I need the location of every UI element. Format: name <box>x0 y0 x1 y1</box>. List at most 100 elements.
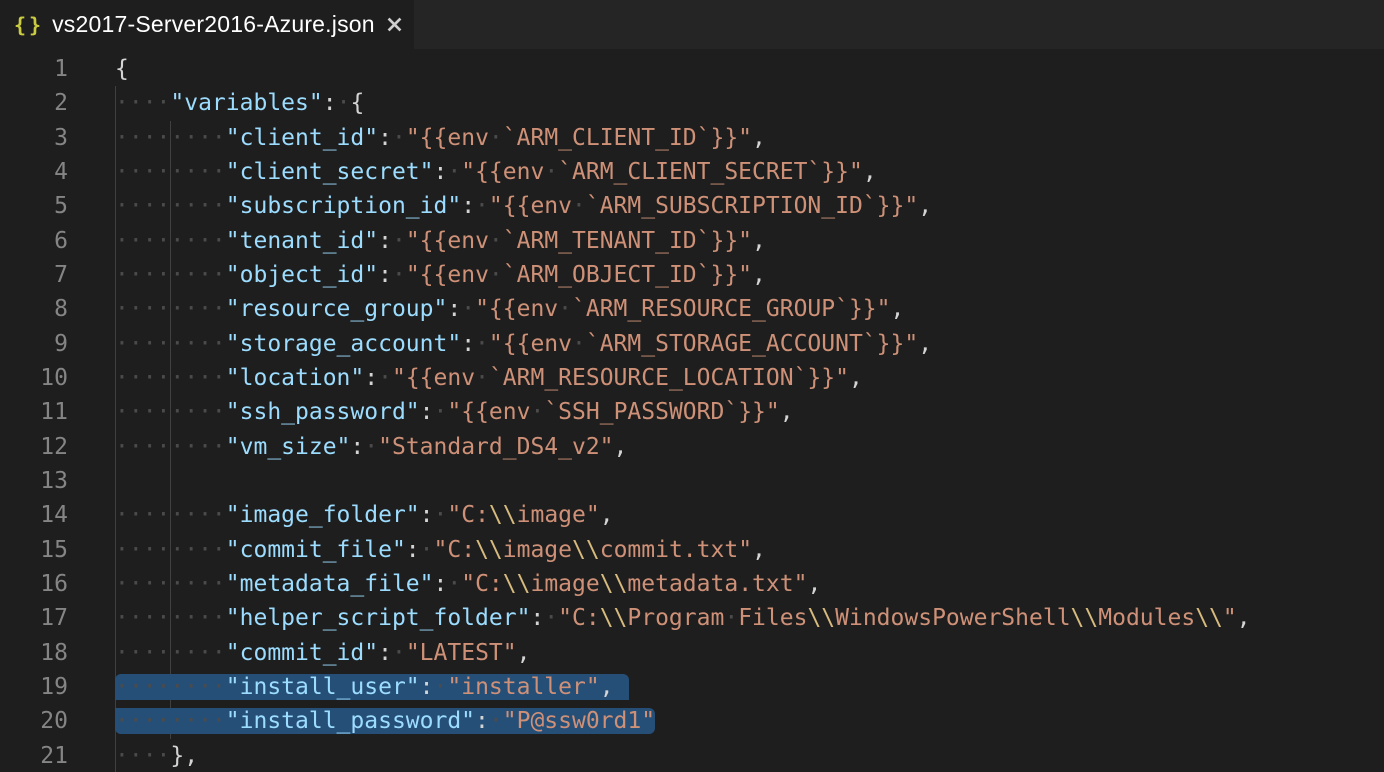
whitespace-dots: · <box>364 434 378 460</box>
code-line[interactable]: 1{ <box>0 52 1384 86</box>
code-line[interactable]: 5········"subscription_id":·"{{env·`ARM_… <box>0 189 1384 223</box>
code-editor[interactable]: 1{2····"variables":·{3········"client_id… <box>0 49 1384 772</box>
whitespace-dots: · <box>434 502 448 528</box>
json-string: "{{env <box>489 331 572 357</box>
code-line[interactable]: 6 ········"tenant_id":·"{{env·`ARM_TENANT… <box>0 224 1384 258</box>
code-line[interactable]: 14········"image_folder":·"C:\\image", <box>0 498 1384 532</box>
code-line[interactable]: 19········"install_user":·"installer", <box>0 670 1384 704</box>
json-string: `ARM_CLIENT_ID`}}" <box>503 125 752 151</box>
code-line[interactable]: 11········"ssh_password":·"{{env·`SSH_PA… <box>0 395 1384 429</box>
code-line-content[interactable]: ········"ssh_password":·"{{env·`SSH_PASS… <box>115 395 794 429</box>
editor-tab[interactable]: {} vs2017-Server2016-Azure.json <box>0 0 414 49</box>
code-line[interactable]: 9········"storage_account":·"{{env·`ARM_… <box>0 327 1384 361</box>
json-string: image <box>530 571 599 597</box>
line-number: 3 <box>0 121 68 155</box>
code-line[interactable]: 12········"vm_size":·"Standard_DS4_v2", <box>0 430 1384 464</box>
code-line-content[interactable]: ········"client_secret":·"{{env·`ARM_CLI… <box>115 155 877 189</box>
json-key: "location" <box>226 365 364 391</box>
code-line-content[interactable]: ········"storage_account":·"{{env·`ARM_S… <box>115 327 932 361</box>
code-line[interactable]: 8 ········"resource_group":·"{{env·`ARM_R… <box>0 292 1384 326</box>
code-line-content[interactable]: ········"client_id":·"{{env·`ARM_CLIENT_… <box>115 121 766 155</box>
code-line-content[interactable]: ········"install_password":·"P@ssw0rd1" <box>115 704 655 738</box>
code-line[interactable]: 18········"commit_id":·"LATEST", <box>0 636 1384 670</box>
whitespace-dots: ········ <box>115 537 226 563</box>
tab-bar: {} vs2017-Server2016-Azure.json <box>0 0 1384 49</box>
line-number: 13 <box>0 464 68 498</box>
code-line-content[interactable]: ········"vm_size":·"Standard_DS4_v2", <box>115 430 627 464</box>
tab-close-button[interactable] <box>385 14 404 36</box>
json-string: `ARM_STORAGE_ACCOUNT`}}" <box>586 331 918 357</box>
code-line-content[interactable]: ········"commit_file":·"C:\\image\\commi… <box>115 533 766 567</box>
whitespace-dots: ········ <box>115 399 226 425</box>
whitespace-dots: ········ <box>115 605 226 631</box>
whitespace-dots: ········ <box>115 640 226 666</box>
code-line-content[interactable]: ····}, <box>115 739 198 772</box>
json-string: "installer" <box>447 674 599 700</box>
code-line-content[interactable]: { <box>115 52 129 86</box>
code-line-content[interactable]: ········"image_folder":·"C:\\image", <box>115 498 614 532</box>
code-line[interactable]: 17 ········"helper_script_folder":·"C:\\P… <box>0 601 1384 635</box>
whitespace-dots: ········ <box>115 365 226 391</box>
whitespace-dots: · <box>572 193 586 219</box>
code-line[interactable]: 2····"variables":·{ <box>0 86 1384 120</box>
whitespace-dots: · <box>461 296 475 322</box>
escape-sequence: \\ <box>572 537 600 563</box>
escape-sequence: \\ <box>503 571 531 597</box>
line-number: 8 <box>0 292 68 326</box>
code-line-content[interactable]: ········"object_id":·"{{env·`ARM_OBJECT_… <box>115 258 766 292</box>
line-number: 10 <box>0 361 68 395</box>
whitespace-dots: · <box>447 159 461 185</box>
line-number: 21 <box>0 739 68 772</box>
punctuation: : <box>378 125 392 151</box>
code-line-content[interactable]: ····"variables":·{ <box>115 86 364 120</box>
code-line-content[interactable]: ········"tenant_id":·"{{env·`ARM_TENANT_… <box>115 224 766 258</box>
code-line[interactable]: 7········"object_id":·"{{env·`ARM_OBJECT… <box>0 258 1384 292</box>
whitespace-dots: ········ <box>115 228 226 254</box>
code-line[interactable]: 3········"client_id":·"{{env·`ARM_CLIENT… <box>0 121 1384 155</box>
code-line[interactable]: 20········"install_password":·"P@ssw0rd1… <box>0 704 1384 738</box>
punctuation: , <box>752 537 766 563</box>
json-string: Files <box>738 605 807 631</box>
json-string: "{{env <box>392 365 475 391</box>
whitespace-dots: · <box>489 125 503 151</box>
whitespace-dots: ········ <box>115 708 226 734</box>
escape-sequence: \\ <box>489 502 517 528</box>
line-number: 6 <box>0 224 68 258</box>
whitespace-dots: · <box>530 399 544 425</box>
code-line[interactable]: 16········"metadata_file":·"C:\\image\\m… <box>0 567 1384 601</box>
code-line-content[interactable]: ········"resource_group":·"{{env·`ARM_RE… <box>115 292 904 326</box>
punctuation: , <box>600 674 614 700</box>
json-string: `ARM_CLIENT_SECRET`}}" <box>558 159 863 185</box>
code-line-content[interactable]: ········"metadata_file":·"C:\\image\\met… <box>115 567 821 601</box>
punctuation: , <box>752 228 766 254</box>
punctuation: , <box>1237 605 1251 631</box>
code-line[interactable]: 15 ········"commit_file":·"C:\\image\\com… <box>0 533 1384 567</box>
escape-sequence: \\ <box>807 605 835 631</box>
close-x-icon <box>385 15 404 34</box>
punctuation: , <box>863 159 877 185</box>
code-line-content[interactable]: ········"install_user":·"installer", <box>115 670 629 704</box>
json-key: "commit_file" <box>226 537 406 563</box>
code-line[interactable]: 10········"location":·"{{env·`ARM_RESOUR… <box>0 361 1384 395</box>
json-string: "{{env <box>406 228 489 254</box>
code-line-content[interactable]: ········"commit_id":·"LATEST", <box>115 636 530 670</box>
escape-sequence: \\ <box>1071 605 1099 631</box>
code-line-content[interactable]: ········"subscription_id":·"{{env·`ARM_S… <box>115 189 932 223</box>
escape-sequence: \\ <box>600 571 628 597</box>
code-line[interactable]: 13 <box>0 464 1384 498</box>
line-number: 15 <box>0 533 68 567</box>
json-key: "helper_script_folder" <box>226 605 531 631</box>
json-string: image <box>503 537 572 563</box>
code-line-content[interactable]: ········"helper_script_folder":·"C:\\Pro… <box>115 601 1251 635</box>
code-line[interactable]: 21 ····}, <box>0 739 1384 772</box>
line-number: 17 <box>0 601 68 635</box>
json-string: "LATEST" <box>406 640 517 666</box>
whitespace-dots: · <box>475 365 489 391</box>
code-line[interactable]: 4········"client_secret":·"{{env·`ARM_CL… <box>0 155 1384 189</box>
whitespace-dots: · <box>489 262 503 288</box>
code-line-content[interactable]: ········"location":·"{{env·`ARM_RESOURCE… <box>115 361 863 395</box>
punctuation: , <box>780 399 794 425</box>
whitespace-dots: · <box>434 674 448 700</box>
punctuation: : <box>378 228 392 254</box>
code-lines: 1{2····"variables":·{3········"client_id… <box>0 49 1384 772</box>
